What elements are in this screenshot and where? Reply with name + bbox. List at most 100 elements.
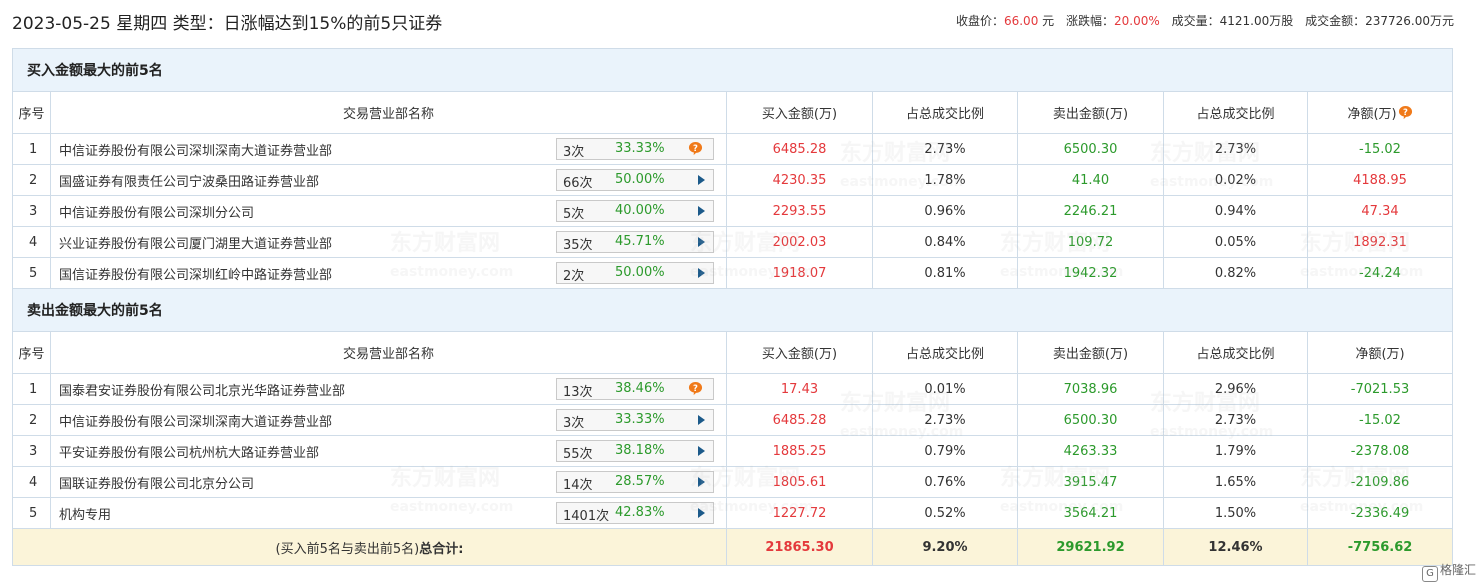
question-icon[interactable]: ?	[1398, 105, 1413, 120]
total-buy: 21865.30	[726, 528, 873, 566]
broker-name[interactable]: 国泰君安证券股份有限公司北京光华路证券营业部	[59, 384, 345, 399]
broker-name-cell: 国泰君安证券股份有限公司北京光华路证券营业部 13次 38.46%?	[50, 373, 727, 405]
buy-amount: 6485.28	[726, 404, 873, 436]
col-buy: 买入金额(万)	[726, 91, 873, 134]
success-rate: 33.33%	[615, 412, 665, 427]
section-title: 卖出金额最大的前5名	[11, 288, 1454, 332]
sell-ratio: 1.50%	[1163, 497, 1308, 529]
broker-history-badge[interactable]: 14次 28.57%	[556, 471, 714, 493]
close-price-value: 66.00	[1003, 14, 1039, 28]
table-row: 1 中信证券股份有限公司深圳深南大道证券营业部 3次 33.33%? 6485.28 2.…	[12, 133, 1454, 165]
col-buy-ratio: 占总成交比例	[872, 331, 1018, 374]
arrow-right-icon[interactable]	[698, 268, 705, 278]
broker-history-badge[interactable]: 1401次 42.83%	[556, 502, 714, 524]
buy-amount: 1885.25	[726, 435, 873, 467]
table-row: 3 中信证券股份有限公司深圳分公司 5次 40.00% 2293.55 0.96% 2246…	[12, 195, 1454, 227]
appearance-count: 1401次	[563, 509, 610, 524]
arrow-right-icon[interactable]	[698, 477, 705, 487]
broker-history-badge[interactable]: 3次 33.33%	[556, 409, 714, 431]
success-rate: 40.00%	[615, 203, 665, 218]
sell-amount: 7038.96	[1017, 373, 1164, 405]
broker-history-badge[interactable]: 66次 50.00%	[556, 169, 714, 191]
broker-history-badge[interactable]: 55次 38.18%	[556, 440, 714, 462]
question-icon[interactable]: ?	[688, 381, 703, 396]
total-label: (买入前5名与卖出前5名)总合计:	[12, 528, 727, 566]
sell-ratio: 2.96%	[1163, 373, 1308, 405]
section-title: 买入金额最大的前5名	[11, 48, 1454, 92]
page-title: 2023-05-25 星期四 类型：日涨幅达到15%的前5只证券	[12, 14, 443, 34]
sell-amount: 3564.21	[1017, 497, 1164, 529]
net-amount: -24.24	[1306, 257, 1454, 289]
buy-ratio: 0.01%	[872, 373, 1018, 405]
arrow-right-icon[interactable]	[698, 237, 705, 247]
arrow-right-icon[interactable]	[698, 446, 705, 456]
broker-name[interactable]: 中信证券股份有限公司深圳深南大道证券营业部	[59, 144, 332, 159]
total-sell-ratio: 12.46%	[1163, 528, 1308, 566]
appearance-count: 66次	[563, 176, 593, 191]
broker-name[interactable]: 中信证券股份有限公司深圳分公司	[59, 206, 254, 221]
broker-history-badge[interactable]: 5次 40.00%	[556, 200, 714, 222]
volume-value: 4121.00万股	[1219, 14, 1294, 28]
appearance-count: 35次	[563, 238, 593, 253]
net-amount: -2109.86	[1306, 466, 1454, 498]
net-amount: -7021.53	[1306, 373, 1454, 405]
corner-logo: G 格隆汇	[1421, 561, 1476, 582]
table-row: 4 兴业证券股份有限公司厦门湖里大道证券营业部 35次 45.71% 2002.03 0.…	[12, 226, 1454, 258]
buy-ratio: 0.52%	[872, 497, 1018, 529]
buy-amount: 2293.55	[726, 195, 873, 227]
broker-name[interactable]: 中信证券股份有限公司深圳深南大道证券营业部	[59, 415, 332, 430]
question-icon[interactable]: ?	[688, 141, 703, 156]
broker-history-badge[interactable]: 35次 45.71%	[556, 231, 714, 253]
broker-name-cell: 兴业证券股份有限公司厦门湖里大道证券营业部 35次 45.71%	[50, 226, 727, 258]
broker-history-badge[interactable]: 13次 38.46%?	[556, 378, 714, 400]
table-row: 2 国盛证券有限责任公司宁波桑田路证券营业部 66次 50.00% 4230.35 1.7…	[12, 164, 1454, 196]
sell-amount: 41.40	[1017, 164, 1164, 196]
sell-ratio: 0.82%	[1163, 257, 1308, 289]
row-index: 5	[12, 257, 51, 289]
broker-name[interactable]: 国盛证券有限责任公司宁波桑田路证券营业部	[59, 175, 319, 190]
broker-name-cell: 中信证券股份有限公司深圳分公司 5次 40.00%	[50, 195, 727, 227]
broker-name[interactable]: 平安证券股份有限公司杭州杭大路证券营业部	[59, 446, 319, 461]
dragon-tiger-table-container: 买入金额最大的前5名 序号 交易营业部名称 买入金额(万) 占总成交比例 卖出金额(万) 占…	[11, 48, 1454, 566]
col-name: 交易营业部名称	[50, 91, 727, 134]
sell-section-title-row: 卖出金额最大的前5名	[11, 288, 1454, 332]
broker-history-badge[interactable]: 3次 33.33%?	[556, 138, 714, 160]
dragon-tiger-table: 买入金额最大的前5名 序号 交易营业部名称 买入金额(万) 占总成交比例 卖出金额(万) 占…	[11, 48, 1454, 566]
broker-name[interactable]: 国信证券股份有限公司深圳红岭中路证券营业部	[59, 268, 332, 283]
buy-ratio: 2.73%	[872, 133, 1018, 165]
buy-ratio: 0.96%	[872, 195, 1018, 227]
success-rate: 38.18%	[615, 443, 665, 458]
arrow-right-icon[interactable]	[698, 206, 705, 216]
total-net: -7756.62	[1306, 528, 1454, 566]
arrow-right-icon[interactable]	[698, 415, 705, 425]
table-row: 5 国信证券股份有限公司深圳红岭中路证券营业部 2次 50.00% 1918.07 0.8…	[12, 257, 1454, 289]
arrow-right-icon[interactable]	[698, 508, 705, 518]
table-header-row: 序号 交易营业部名称 买入金额(万) 占总成交比例 卖出金额(万) 占总成交比例 净额(万)	[12, 331, 1454, 374]
volume-label: 成交量：	[1171, 14, 1220, 28]
buy-section-title-row: 买入金额最大的前5名	[11, 48, 1454, 92]
broker-name-cell: 中信证券股份有限公司深圳深南大道证券营业部 3次 33.33%?	[50, 133, 727, 165]
row-index: 2	[12, 164, 51, 196]
broker-name-cell: 平安证券股份有限公司杭州杭大路证券营业部 55次 38.18%	[50, 435, 727, 467]
broker-history-badge[interactable]: 2次 50.00%	[556, 262, 714, 284]
arrow-right-icon[interactable]	[698, 175, 705, 185]
buy-ratio: 1.78%	[872, 164, 1018, 196]
sell-amount: 6500.30	[1017, 133, 1164, 165]
table-header-row: 序号 交易营业部名称 买入金额(万) 占总成交比例 卖出金额(万) 占总成交比例 净额(万)…	[12, 91, 1454, 134]
sell-amount: 3915.47	[1017, 466, 1164, 498]
broker-name-cell: 中信证券股份有限公司深圳深南大道证券营业部 3次 33.33%	[50, 404, 727, 436]
row-index: 2	[12, 404, 51, 436]
col-net-label: 净额(万)	[1347, 107, 1397, 122]
corner-logo-text: 格隆汇	[1439, 563, 1476, 577]
broker-name[interactable]: 机构专用	[59, 508, 111, 523]
net-amount: -15.02	[1306, 133, 1454, 165]
sell-amount: 6500.30	[1017, 404, 1164, 436]
sell-amount: 109.72	[1017, 226, 1164, 258]
broker-name[interactable]: 国联证券股份有限公司北京分公司	[59, 477, 254, 492]
success-rate: 28.57%	[615, 474, 665, 489]
broker-name[interactable]: 兴业证券股份有限公司厦门湖里大道证券营业部	[59, 237, 332, 252]
appearance-count: 13次	[563, 385, 593, 400]
buy-ratio: 0.79%	[872, 435, 1018, 467]
success-rate: 50.00%	[615, 172, 665, 187]
total-label-prefix: (买入前5名与卖出前5名)	[275, 541, 420, 557]
